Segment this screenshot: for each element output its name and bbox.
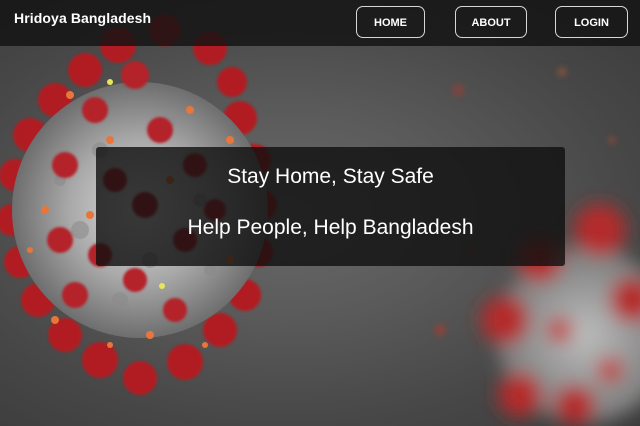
- top-navbar: Hridoya Bangladesh HOME ABOUT LOGIN: [0, 0, 640, 46]
- nav-about-button[interactable]: ABOUT: [455, 6, 527, 38]
- nav-home-button[interactable]: HOME: [356, 6, 425, 38]
- hero-banner: Stay Home, Stay Safe Help People, Help B…: [96, 147, 565, 266]
- hero-headline: Stay Home, Stay Safe: [227, 165, 434, 188]
- brand-title[interactable]: Hridoya Bangladesh: [14, 10, 151, 26]
- nav-login-button[interactable]: LOGIN: [555, 6, 628, 38]
- hero-subheadline: Help People, Help Bangladesh: [187, 216, 474, 239]
- page: Hridoya Bangladesh HOME ABOUT LOGIN Stay…: [0, 0, 640, 426]
